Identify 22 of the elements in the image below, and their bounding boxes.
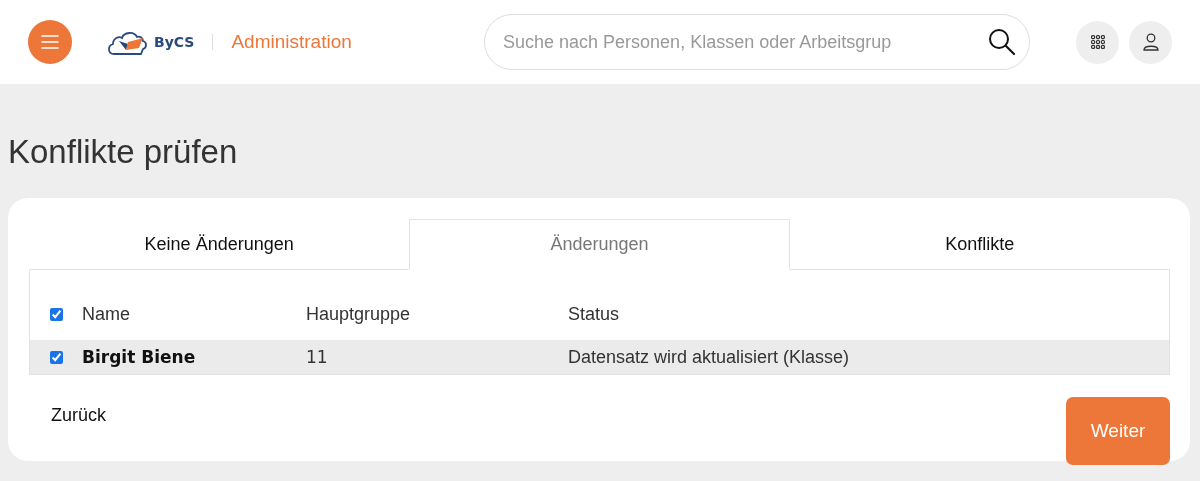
page-title: Konflikte prüfen: [8, 132, 239, 172]
app-title: Administration: [231, 31, 352, 53]
menu-icon: [41, 35, 59, 49]
search-icon[interactable]: [988, 28, 1016, 56]
column-header: Name: [82, 303, 130, 324]
column-header: Status: [568, 303, 620, 324]
column-header: Hauptgruppe: [306, 303, 411, 324]
user-button[interactable]: [1129, 20, 1172, 64]
user-icon: [1142, 33, 1159, 51]
checkbox[interactable]: [49, 307, 63, 321]
table-cell: Datensatz wird aktualisiert (Klasse): [568, 346, 850, 367]
apps-grid-icon: [1090, 35, 1105, 49]
search-field[interactable]: Suche nach Personen, Klassen oder Arbeitsgrup: [484, 14, 1030, 70]
menu-button[interactable]: [28, 20, 72, 64]
table-cell: 11: [306, 347, 328, 367]
tab[interactable]: Änderungen: [409, 219, 790, 270]
apps-button[interactable]: [1076, 20, 1119, 64]
table-cell: Birgit Biene: [82, 347, 196, 367]
back-button[interactable]: Zurück: [29, 397, 128, 434]
checkbox[interactable]: [49, 350, 63, 364]
logo-text: ByCS: [154, 34, 195, 50]
table-row[interactable]: Birgit Biene 11 Datensatz wird aktualisiert (Klasse): [30, 340, 1169, 374]
